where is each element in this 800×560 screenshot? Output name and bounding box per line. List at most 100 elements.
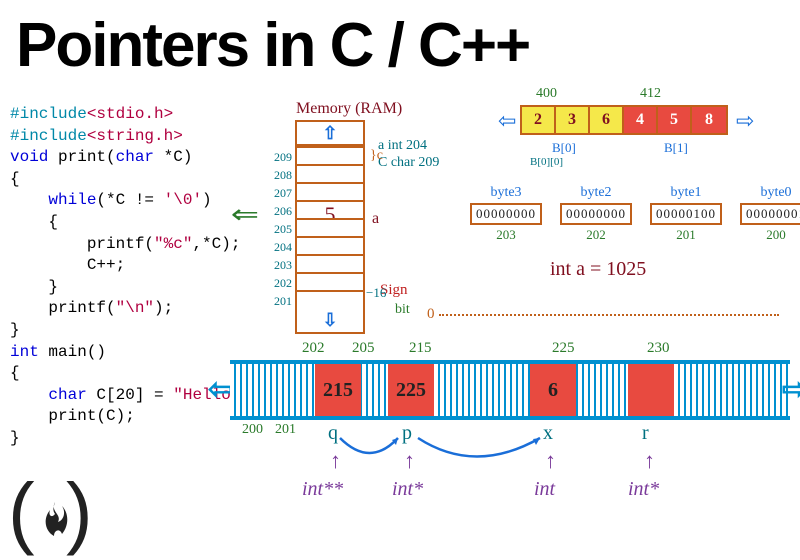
strip-addr-200: 200: [242, 422, 263, 438]
type-p: int*: [392, 478, 423, 501]
var-q: q: [328, 422, 338, 445]
byte0-bits: 00000001: [740, 203, 800, 225]
stack-cell-value: 5: [295, 200, 365, 218]
strip-addr-205: 205: [352, 340, 375, 357]
addr-204: 204: [268, 238, 292, 256]
code-printf1-fmt: "%c": [154, 235, 192, 253]
arrow-up-r-icon: ↑: [644, 448, 655, 474]
array-cell-5: 8: [692, 107, 726, 133]
code-fn-print: print(: [48, 148, 115, 166]
annot-c-char: C char 209: [378, 155, 439, 171]
code-char-nul: '\0': [164, 191, 202, 209]
stack-cell: [295, 290, 365, 308]
flame-icon: [40, 500, 70, 540]
code-arr-decl: C[20] =: [87, 386, 173, 404]
code-include-2b: <string.h>: [87, 127, 183, 145]
code-kw-while: while: [10, 191, 96, 209]
dotted-zero: 0: [427, 306, 435, 323]
arrow-up-p-icon: ↑: [404, 448, 415, 474]
type-q: int**: [302, 478, 343, 501]
code-while-cond2: ): [202, 191, 212, 209]
memory-title: Memory (RAM): [296, 100, 402, 118]
strip-block-p: 225: [388, 364, 434, 416]
var-p: p: [402, 422, 412, 445]
array-arrow-right-icon: ⇨: [736, 108, 754, 134]
annot-16: −16: [366, 285, 386, 301]
strip-arrow-right-icon: ⇨: [782, 372, 800, 407]
array-cell-3: 4: [624, 107, 658, 133]
code-include-1a: #include: [10, 105, 87, 123]
array-cell-0: 2: [522, 107, 556, 133]
int-decl: int a = 1025: [550, 258, 646, 281]
annot-a-int: a int 204: [378, 138, 427, 154]
stack-arrow-up-icon: ⇧: [295, 120, 365, 146]
green-arrow-icon: ⇐: [231, 200, 259, 230]
strip-addr-202: 202: [302, 340, 325, 357]
brace-c: }c: [370, 148, 383, 164]
byte2-label: byte2: [560, 185, 632, 201]
byte0-label: byte0: [740, 185, 800, 201]
byte3-bits: 00000000: [470, 203, 542, 225]
array-cell-2: 6: [590, 107, 624, 133]
byte2: byte2 00000000 202: [560, 185, 632, 243]
code-while-cond1: (*C !=: [96, 191, 163, 209]
byte3-label: byte3: [470, 185, 542, 201]
strip-block-x: 6: [530, 364, 576, 416]
code-printf1a: printf(: [10, 235, 154, 253]
addr-207: 207: [268, 184, 292, 202]
page-title: Pointers in C / C++: [0, 0, 800, 81]
type-r: int*: [628, 478, 659, 501]
strip-bg: [230, 360, 790, 420]
strip-addr-230: 230: [647, 340, 670, 357]
byte2-addr: 202: [560, 227, 632, 243]
byte1-label: byte1: [650, 185, 722, 201]
arrow-up-x-icon: ↑: [545, 448, 556, 474]
strip-addr-201: 201: [275, 422, 296, 438]
stack-cell: [295, 254, 365, 272]
top-array-addr-right: 412: [640, 86, 661, 102]
code-kw-void: void: [10, 148, 48, 166]
stack-cell: [295, 272, 365, 290]
code-kw-int: int: [10, 343, 39, 361]
stack-cell: [295, 236, 365, 254]
code-kw-char2: char: [10, 386, 87, 404]
stack-cell: [295, 218, 365, 236]
byte3: byte3 00000000 203: [470, 185, 542, 243]
var-r: r: [642, 422, 649, 445]
code-brace-4: }: [10, 320, 250, 342]
strip-addr-215: 215: [409, 340, 432, 357]
array-arrow-left-icon: ⇦: [498, 108, 516, 134]
code-printf2-fmt: "\n": [116, 299, 154, 317]
stack-cell: [295, 146, 365, 164]
array-cell-1: 3: [556, 107, 590, 133]
addr-201: 201: [268, 292, 292, 310]
arrow-up-q-icon: ↑: [330, 448, 341, 474]
strip-block-r: [628, 364, 674, 416]
code-include-2a: #include: [10, 127, 87, 145]
byte3-addr: 203: [470, 227, 542, 243]
code-fn-param: *C): [154, 148, 192, 166]
memory-stack: ⇧ 5 ⇩: [295, 120, 365, 334]
pointer-curves: [230, 420, 790, 480]
code-fn-main: main(): [39, 343, 106, 361]
strip-block-q: 215: [315, 364, 361, 416]
label-b0: B[0]: [552, 140, 576, 156]
code-printf2b: );: [154, 299, 173, 317]
label-b00: B[0][0]: [530, 156, 563, 168]
code-brace-6: }: [10, 428, 250, 450]
top-array: 2 3 6 4 5 8: [520, 105, 728, 135]
code-call-print: print(C);: [10, 406, 250, 428]
byte0-addr: 200: [740, 227, 800, 243]
strip-addr-225: 225: [552, 340, 575, 357]
label-b1: B[1]: [664, 140, 688, 156]
code-printf2a: printf(: [10, 299, 116, 317]
type-x: int: [534, 478, 555, 501]
stack-cell: [295, 164, 365, 182]
memory-addresses: 209 208 207 206 205 204 203 202 201: [268, 148, 292, 310]
addr-202: 202: [268, 274, 292, 292]
byte0: byte0 00000001 200: [740, 185, 800, 243]
byte1-bits: 00000100: [650, 203, 722, 225]
code-printf1b: ,*C);: [192, 235, 240, 253]
var-x: x: [543, 422, 553, 445]
code-include-1b: <stdio.h>: [87, 105, 173, 123]
